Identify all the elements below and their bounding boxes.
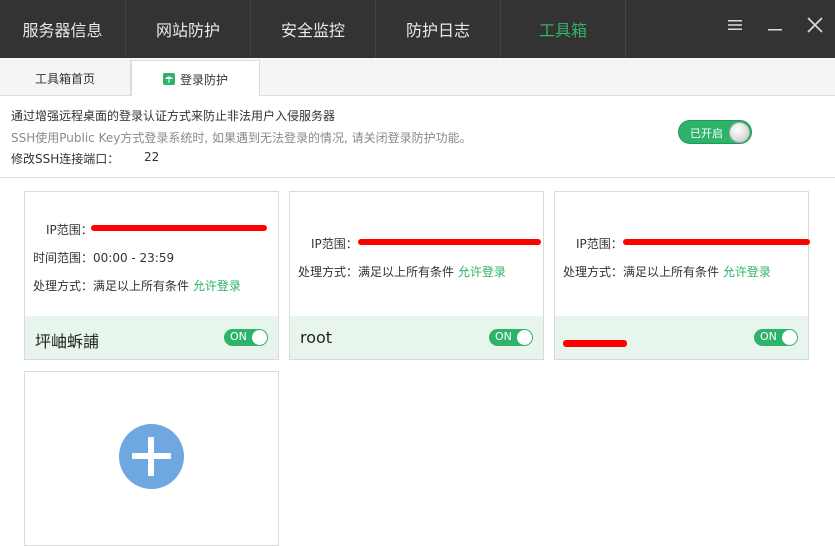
redaction-mark <box>563 340 627 347</box>
rule-card-footer: 坪岫蚸誧 ON <box>25 316 278 359</box>
umbrella-icon <box>162 73 175 85</box>
tab-toolbox[interactable]: 工具箱 <box>501 0 626 58</box>
ip-range-label: IP范围： <box>46 223 93 237</box>
tab-site-protection[interactable]: 网站防护 <box>126 0 251 58</box>
description-text: 通过增强远程桌面的登录认证方式来防止非法用户入侵服务器 <box>11 109 336 123</box>
tab-security-monitor[interactable]: 安全监控 <box>251 0 376 58</box>
rule-card[interactable]: IP范围： 处理方式：满足以上所有条件 允许登录 root ON <box>289 191 544 360</box>
toggle-label: ON <box>760 330 777 343</box>
close-icon[interactable] <box>795 0 835 50</box>
redaction-mark <box>623 239 810 245</box>
toggle-label: 已开启 <box>690 127 723 140</box>
toggle-label: ON <box>230 330 247 343</box>
method-value: 允许登录 <box>722 265 771 279</box>
time-range-label: 时间范围：00:00 - 23:59 <box>33 251 175 265</box>
method-label: 处理方式：满足以上所有条件 <box>563 265 720 279</box>
rule-toggle[interactable]: ON <box>489 329 533 346</box>
rule-name: 坪岫蚸誧 <box>35 332 100 351</box>
rule-card-body: IP范围： 处理方式：满足以上所有条件 允许登录 <box>290 192 543 316</box>
port-value[interactable]: 22 <box>144 150 159 164</box>
toggle-knob <box>517 330 532 345</box>
rule-toggle[interactable]: ON <box>754 329 798 346</box>
login-protection-toggle[interactable]: 已开启 <box>678 120 752 144</box>
tab-protection-log[interactable]: 防护日志 <box>376 0 501 58</box>
toggle-knob <box>782 330 797 345</box>
redaction-mark <box>358 239 541 245</box>
top-nav: 服务器信息 网站防护 安全监控 防护日志 工具箱 <box>0 0 835 58</box>
menu-icon[interactable] <box>715 0 755 50</box>
method-row: 处理方式：满足以上所有条件 允许登录 <box>298 263 506 280</box>
subtab-login-protection[interactable]: 登录防护 <box>131 60 260 97</box>
add-icon[interactable] <box>119 424 184 489</box>
method-value: 允许登录 <box>457 265 506 279</box>
rule-card-body: IP范围： 时间范围：00:00 - 23:59 处理方式：满足以上所有条件 允… <box>25 192 278 316</box>
rule-card-footer: root ON <box>290 316 543 359</box>
rule-card-footer: ON <box>555 316 808 359</box>
method-label: 处理方式：满足以上所有条件 <box>33 279 190 293</box>
rule-toggle[interactable]: ON <box>224 329 268 346</box>
ssh-hint-text: SSH使用Public Key方式登录系统时, 如果遇到无法登录的情况, 请关闭… <box>11 131 472 145</box>
subtab-label: 登录防护 <box>179 72 228 87</box>
port-label: 修改SSH连接端口： <box>11 152 120 166</box>
redaction-mark <box>91 225 267 231</box>
rule-card-body: IP范围： 处理方式：满足以上所有条件 允许登录 <box>555 192 810 316</box>
tab-server-info[interactable]: 服务器信息 <box>0 0 126 58</box>
toggle-label: ON <box>495 330 512 343</box>
minimize-icon[interactable] <box>755 0 795 50</box>
ip-range-label: IP范围： <box>311 237 358 251</box>
subtab-label: 工具箱首页 <box>34 71 95 86</box>
add-rule-card[interactable] <box>24 371 279 546</box>
rule-card[interactable]: IP范围： 处理方式：满足以上所有条件 允许登录 ON <box>554 191 810 360</box>
toggle-knob <box>729 122 750 143</box>
method-row: 处理方式：满足以上所有条件 允许登录 <box>563 263 771 280</box>
ip-range-label: IP范围： <box>576 237 623 251</box>
sub-tab-bar: 工具箱首页 登录防护 <box>0 58 835 97</box>
method-value: 允许登录 <box>192 279 241 293</box>
rule-name: root <box>300 328 333 347</box>
method-label: 处理方式：满足以上所有条件 <box>298 265 455 279</box>
rule-card[interactable]: IP范围： 时间范围：00:00 - 23:59 处理方式：满足以上所有条件 允… <box>24 191 279 360</box>
window-controls <box>715 0 835 58</box>
method-row: 处理方式：满足以上所有条件 允许登录 <box>33 277 241 294</box>
subtab-toolbox-home[interactable]: 工具箱首页 <box>0 60 131 96</box>
toggle-knob <box>252 330 267 345</box>
